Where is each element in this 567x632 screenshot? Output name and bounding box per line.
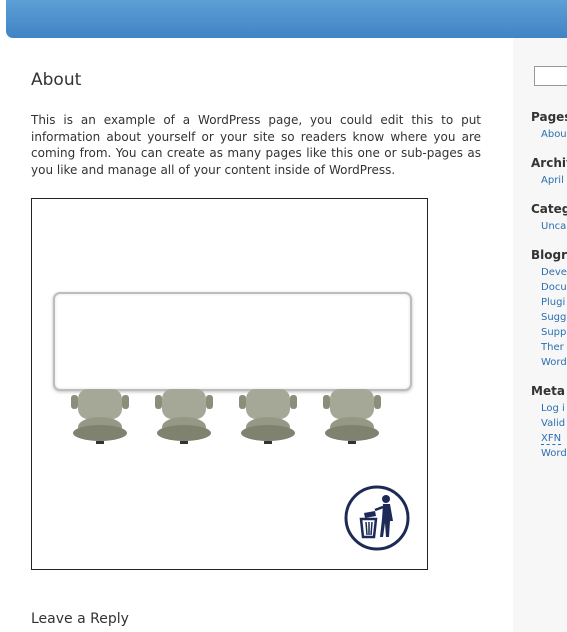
leave-reply-title: Leave a Reply [31, 611, 129, 627]
site-header-bar [6, 0, 567, 38]
list-item: Valid [541, 417, 567, 432]
list-item: Docu [541, 281, 567, 296]
validate-link[interactable]: Valid [541, 418, 565, 429]
figurine-icon [71, 389, 129, 444]
blogroll-link[interactable]: Supp [541, 327, 566, 338]
blogroll-link[interactable]: Plugi [541, 297, 565, 308]
list-item: Ther [541, 341, 567, 356]
list-item: Supp [541, 326, 567, 341]
pages-widget-title: Pages [531, 110, 567, 124]
list-item: XFN [541, 432, 567, 447]
list-item: Log i [541, 402, 567, 417]
list-item: Deve [541, 266, 567, 281]
figurine-icon [239, 389, 297, 444]
list-item: Abou [541, 128, 567, 143]
blogroll-link[interactable]: Deve [541, 267, 567, 278]
page-body-text: This is an example of a WordPress page, … [31, 113, 481, 177]
blogroll-widget-title: Blogro [531, 248, 567, 262]
page-image [31, 198, 428, 570]
image-blank-panel [53, 292, 412, 391]
search-input[interactable] [534, 66, 567, 86]
blogroll-list: Deve Docu Plugi Sugg Supp Ther Word [541, 266, 567, 371]
blogroll-link[interactable]: Word [541, 357, 567, 368]
archive-link[interactable]: April [541, 175, 564, 186]
page-link[interactable]: Abou [541, 129, 567, 140]
list-item: Plugi [541, 296, 567, 311]
blogroll-link[interactable]: Ther [541, 342, 564, 353]
list-item: Word [541, 447, 567, 462]
xfn-link[interactable]: XFN [541, 433, 562, 445]
archives-list: April [541, 174, 564, 189]
categories-widget-title: Categ [531, 202, 567, 216]
meta-list: Log i Valid XFN Word [541, 402, 567, 462]
meta-widget-title: Meta [531, 384, 565, 398]
list-item: Word [541, 356, 567, 371]
trash-icon [344, 485, 410, 551]
blogroll-link[interactable]: Docu [541, 282, 567, 293]
figurine-icon [155, 389, 213, 444]
page-title: About [31, 70, 82, 90]
list-item: April [541, 174, 564, 189]
list-item: Sugg [541, 311, 567, 326]
archives-widget-title: Archiv [531, 156, 567, 170]
categories-list: Unca [541, 220, 566, 235]
wordpress-link[interactable]: Word [541, 448, 567, 459]
pages-list: Abou [541, 128, 567, 143]
blogroll-link[interactable]: Sugg [541, 312, 566, 323]
list-item: Unca [541, 220, 566, 235]
login-link[interactable]: Log i [541, 403, 565, 414]
category-link[interactable]: Unca [541, 221, 566, 232]
figurine-icon [323, 389, 381, 444]
